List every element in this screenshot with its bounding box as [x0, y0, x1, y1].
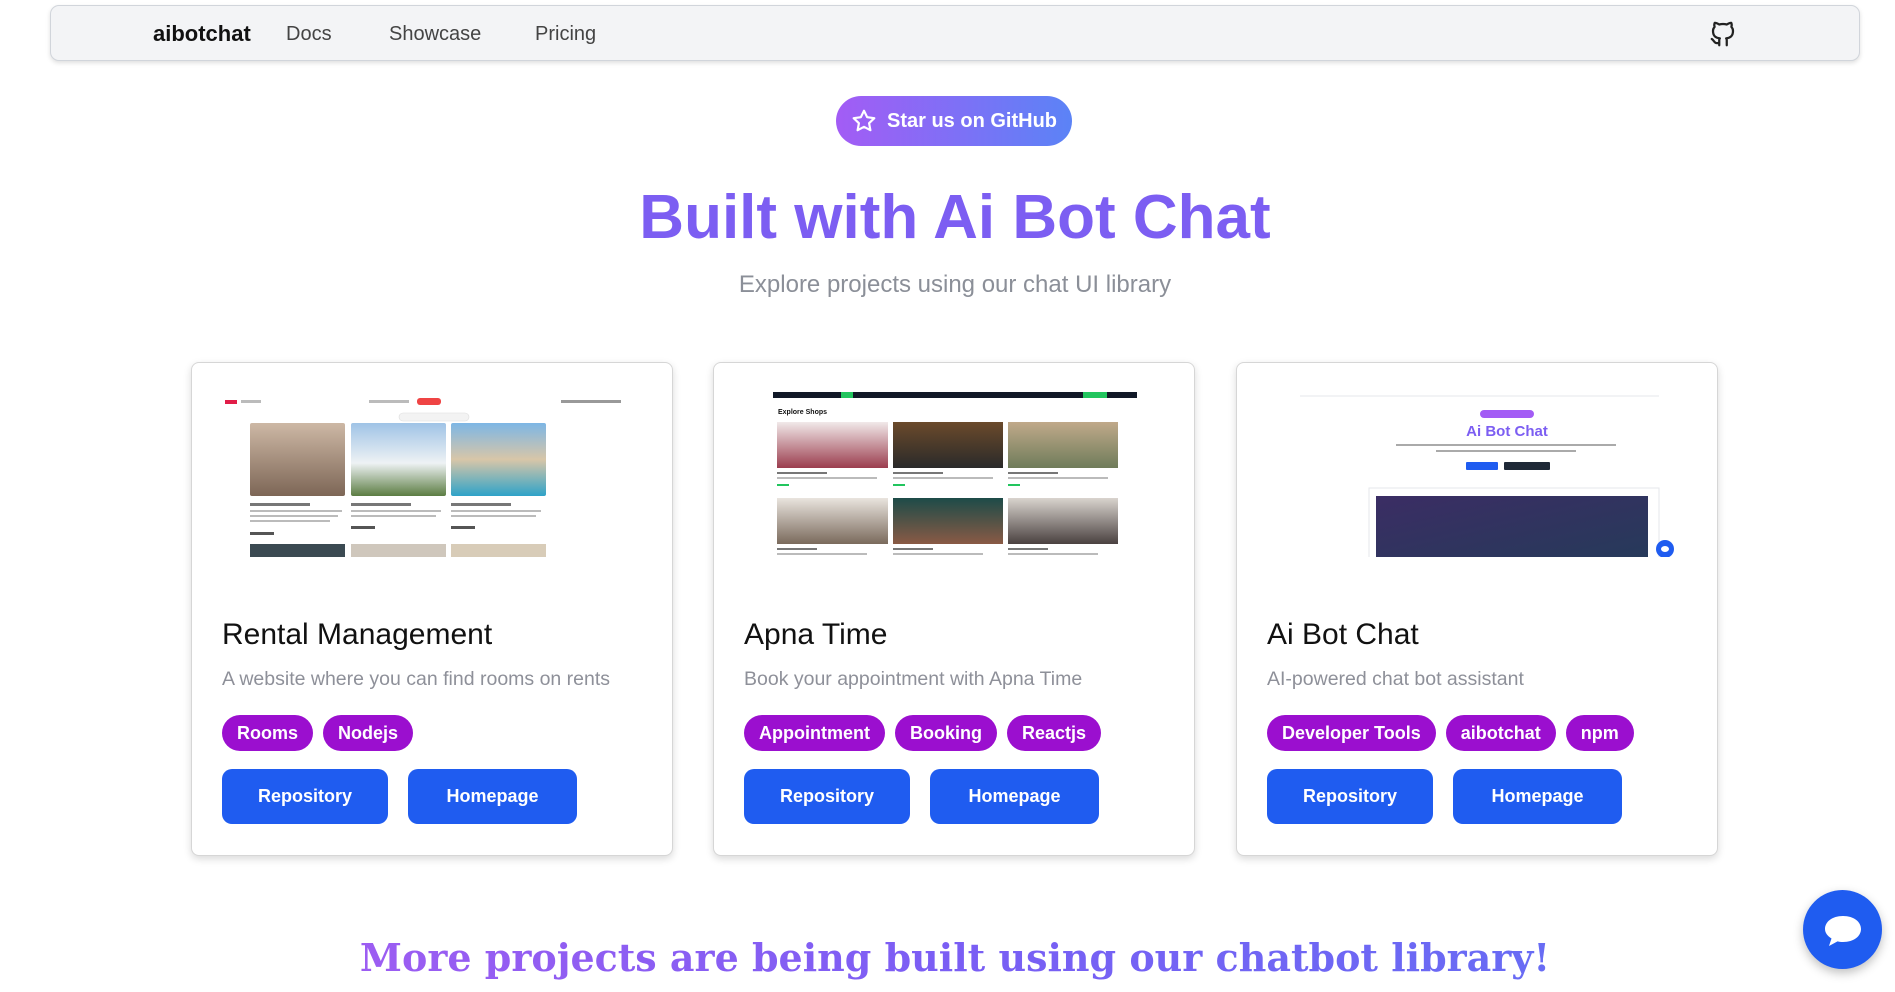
project-description: A website where you can find rooms on re… [222, 668, 611, 690]
tag-reactjs: Reactjs [1006, 715, 1102, 751]
tag-list: Rooms Nodejs [222, 715, 414, 751]
homepage-button[interactable]: Homepage [930, 769, 1099, 824]
project-screenshot: Explore Shops [743, 392, 1167, 557]
brand-logo[interactable]: aibotchat [153, 21, 251, 47]
homepage-button[interactable]: Homepage [408, 769, 577, 824]
top-navbar: aibotchat Docs Showcase Pricing [50, 5, 1860, 61]
tag-developer-tools: Developer Tools [1267, 715, 1436, 751]
star-button-label: Star us on GitHub [887, 109, 1057, 132]
tag-rooms: Rooms [222, 715, 314, 751]
project-card-apna-time: Explore Shops Apna Time Book your appoin… [713, 362, 1195, 856]
nav-link-pricing[interactable]: Pricing [535, 23, 596, 46]
repository-button[interactable]: Repository [222, 769, 388, 824]
project-description: AI-powered chat bot assistant [1267, 668, 1524, 690]
tag-list: Appointment Booking Reactjs [744, 715, 1102, 751]
tag-booking: Booking [894, 715, 997, 751]
tag-nodejs: Nodejs [323, 715, 414, 751]
repository-button[interactable]: Repository [744, 769, 910, 824]
project-screenshot: Ai Bot Chat [1266, 392, 1690, 557]
tag-appointment: Appointment [744, 715, 885, 751]
page-subtitle: Explore projects using our chat UI libra… [738, 271, 1172, 298]
nav-link-showcase[interactable]: Showcase [389, 23, 481, 46]
page-title: Built with Ai Bot Chat [639, 183, 1271, 252]
more-projects-heading: More projects are being built using our … [0, 935, 1895, 980]
nav-link-docs[interactable]: Docs [286, 23, 332, 46]
tag-aibotchat: aibotchat [1445, 715, 1556, 751]
svg-text:Explore Shops: Explore Shops [778, 409, 827, 416]
project-card-rental-management: Rental Management A website where you ca… [191, 362, 673, 856]
homepage-button[interactable]: Homepage [1453, 769, 1622, 824]
svg-text:Ai Bot Chat: Ai Bot Chat [1466, 423, 1548, 440]
project-title: Rental Management [222, 618, 493, 651]
project-title: Apna Time [744, 618, 888, 651]
project-card-ai-bot-chat: Ai Bot Chat Ai Bot Chat AI-powered chat … [1236, 362, 1718, 856]
repository-button[interactable]: Repository [1267, 769, 1433, 824]
star-icon [852, 109, 876, 132]
tag-list: Developer Tools aibotchat npm [1267, 715, 1634, 751]
star-on-github-button[interactable]: Star us on GitHub [836, 96, 1072, 146]
github-icon[interactable] [1708, 19, 1738, 49]
project-title: Ai Bot Chat [1267, 618, 1419, 651]
chat-bubble-icon [1824, 915, 1861, 946]
tag-npm: npm [1565, 715, 1634, 751]
project-screenshot [221, 392, 645, 557]
project-description: Book your appointment with Apna Time [744, 668, 1083, 690]
chat-widget-button[interactable] [1803, 890, 1882, 969]
